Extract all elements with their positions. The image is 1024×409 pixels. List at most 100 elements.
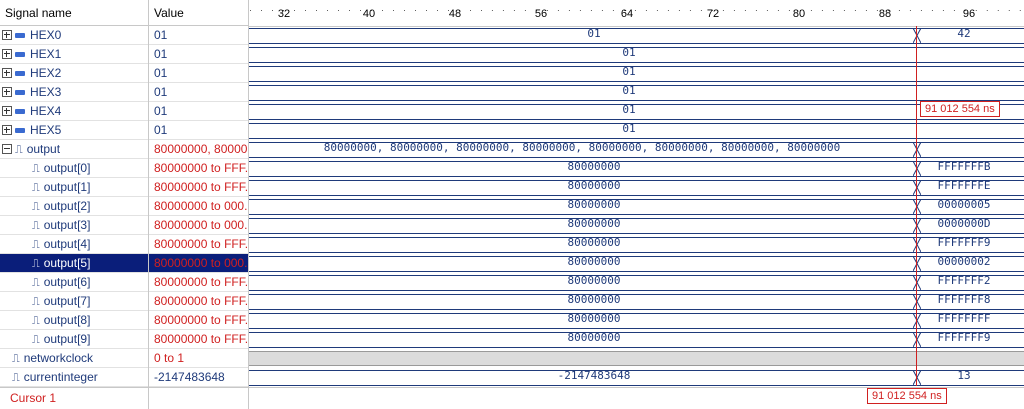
bus-value-label: 01 <box>622 122 636 135</box>
signal-value[interactable]: 80000000 to FFF... <box>149 292 248 311</box>
signal-name: networkclock <box>23 351 94 365</box>
expand-icon[interactable] <box>2 68 12 78</box>
cursor-time-footer: 91 012 554 ns <box>867 388 947 404</box>
waveform-icon: ⎍ <box>32 238 40 251</box>
waveform-icon: ⎍ <box>32 295 40 308</box>
signal-name: currentinteger <box>23 370 98 384</box>
bus-segment <box>249 85 1024 101</box>
waveform-pane[interactable]: ········································… <box>249 0 1024 409</box>
signal-value[interactable]: 0 to 1 <box>149 349 248 368</box>
signal-row-HEX0[interactable]: HEX0 <box>0 26 148 45</box>
waveform-icon: ⎍ <box>12 371 20 384</box>
signal-value[interactable]: 80000000 to FFF... <box>149 311 248 330</box>
ruler-tick: 48 <box>448 8 462 20</box>
waveform-row[interactable]: 80000000, 80000000, 80000000, 80000000, … <box>249 140 1024 159</box>
waveform-row[interactable]: 80000000 FFFFFFFE <box>249 178 1024 197</box>
waveform-row[interactable] <box>249 349 1024 368</box>
signal-value[interactable]: 80000000 to FFF... <box>149 273 248 292</box>
signal-name: output[9] <box>43 332 91 346</box>
waveform-row[interactable]: 80000000 FFFFFFF9 <box>249 235 1024 254</box>
signal-row-HEX5[interactable]: HEX5 <box>0 121 148 140</box>
transition-mark <box>913 256 921 271</box>
signal-value[interactable]: 01 <box>149 83 248 102</box>
waveform-row[interactable]: 80000000 00000005 <box>249 197 1024 216</box>
signal-value[interactable]: 01 <box>149 26 248 45</box>
signal-row-output6[interactable]: ⎍ output[6] <box>0 273 148 292</box>
signal-name-header[interactable]: Signal name <box>0 0 148 26</box>
ruler-tick: 96 <box>962 8 976 20</box>
clock-waveform <box>249 351 1024 366</box>
bus-segment <box>249 104 1024 120</box>
signal-row-networkclock[interactable]: ⎍ networkclock <box>0 349 148 368</box>
waveform-row[interactable]: 01 <box>249 83 1024 102</box>
expand-icon[interactable] <box>2 106 12 116</box>
signal-row-output4[interactable]: ⎍ output[4] <box>0 235 148 254</box>
signal-row-output0[interactable]: ⎍ output[0] <box>0 159 148 178</box>
signal-row-HEX3[interactable]: HEX3 <box>0 83 148 102</box>
signal-value[interactable]: 01 <box>149 121 248 140</box>
waveform-row[interactable]: 80000000 0000000D <box>249 216 1024 235</box>
signal-name: output[0] <box>43 161 91 175</box>
signal-name: HEX4 <box>30 104 62 118</box>
signal-row-currentinteger[interactable]: ⎍ currentinteger <box>0 368 148 387</box>
time-ruler[interactable]: ········································… <box>249 0 1024 27</box>
collapse-icon[interactable] <box>2 144 12 154</box>
signal-value[interactable]: 01 <box>149 64 248 83</box>
cursor-line[interactable] <box>916 26 917 386</box>
signal-row-output8[interactable]: ⎍ output[8] <box>0 311 148 330</box>
signal-row-output9[interactable]: ⎍ output[9] <box>0 330 148 349</box>
waveform-row[interactable]: 80000000 FFFFFFF9 <box>249 330 1024 349</box>
signal-row-output7[interactable]: ⎍ output[7] <box>0 292 148 311</box>
waveform-row[interactable]: 80000000 FFFFFFFB <box>249 159 1024 178</box>
waveform-row[interactable]: 80000000 FFFFFFF2 <box>249 273 1024 292</box>
signal-row-HEX2[interactable]: HEX2 <box>0 64 148 83</box>
signal-name: output[1] <box>43 180 91 194</box>
expand-icon[interactable] <box>2 125 12 135</box>
bus-segment <box>249 66 1024 82</box>
value-header[interactable]: Value <box>149 0 248 26</box>
waveform-row[interactable]: 01 <box>249 64 1024 83</box>
signal-row-output5[interactable]: ⎍ output[5] <box>0 254 148 273</box>
waveform-row[interactable]: 01 <box>249 45 1024 64</box>
transition-mark <box>913 161 921 176</box>
signal-value[interactable]: 80000000 to 000... <box>149 216 248 235</box>
waveform-row[interactable]: 01 <box>249 102 1024 121</box>
signal-row-output[interactable]: ⎍ output <box>0 140 148 159</box>
signal-value[interactable]: 80000000 to FFF... <box>149 235 248 254</box>
expand-icon[interactable] <box>2 30 12 40</box>
signal-name: HEX1 <box>30 47 62 61</box>
signal-name: HEX3 <box>30 85 62 99</box>
bus-value-label: 80000000 <box>567 331 621 344</box>
waveform-row[interactable]: 80000000 00000002 <box>249 254 1024 273</box>
bus-value-label: FFFFFFF8 <box>937 293 991 306</box>
signal-name: output[7] <box>43 294 91 308</box>
bus-value-label: 00000005 <box>937 198 991 211</box>
signal-row-HEX1[interactable]: HEX1 <box>0 45 148 64</box>
expand-icon[interactable] <box>2 49 12 59</box>
signal-row-output3[interactable]: ⎍ output[3] <box>0 216 148 235</box>
bus-value-label: 01 <box>622 103 636 116</box>
signal-value[interactable]: 80000000 to FFF... <box>149 178 248 197</box>
bus-value-label: 01 <box>622 65 636 78</box>
signal-row-output2[interactable]: ⎍ output[2] <box>0 197 148 216</box>
signal-value[interactable]: 80000000 to 000... <box>149 254 248 273</box>
signal-row-HEX4[interactable]: HEX4 <box>0 102 148 121</box>
signal-value[interactable]: 01 <box>149 45 248 64</box>
signal-row-output1[interactable]: ⎍ output[1] <box>0 178 148 197</box>
bus-value-label: 01 <box>587 27 601 40</box>
value-column: Value 01 01 01 01 01 01 80000000, 80000... 8000… <box>149 0 249 409</box>
waveform-row[interactable]: -2147483648 13 <box>249 368 1024 387</box>
signal-value[interactable]: 80000000, 80000... <box>149 140 248 159</box>
waveform-row[interactable]: 01 42 <box>249 26 1024 45</box>
signal-value[interactable]: 80000000 to FFF... <box>149 159 248 178</box>
waveform-row[interactable]: 80000000 FFFFFFF8 <box>249 292 1024 311</box>
signal-value[interactable]: 80000000 to 000... <box>149 197 248 216</box>
signal-value[interactable]: 01 <box>149 102 248 121</box>
cursor-label[interactable]: Cursor 1 <box>0 387 56 409</box>
ruler-tick: 56 <box>534 8 548 20</box>
waveform-row[interactable]: 01 <box>249 121 1024 140</box>
expand-icon[interactable] <box>2 87 12 97</box>
waveform-row[interactable]: 80000000 FFFFFFFF <box>249 311 1024 330</box>
signal-value[interactable]: 80000000 to FFF... <box>149 330 248 349</box>
signal-value[interactable]: -2147483648 <box>149 368 248 387</box>
